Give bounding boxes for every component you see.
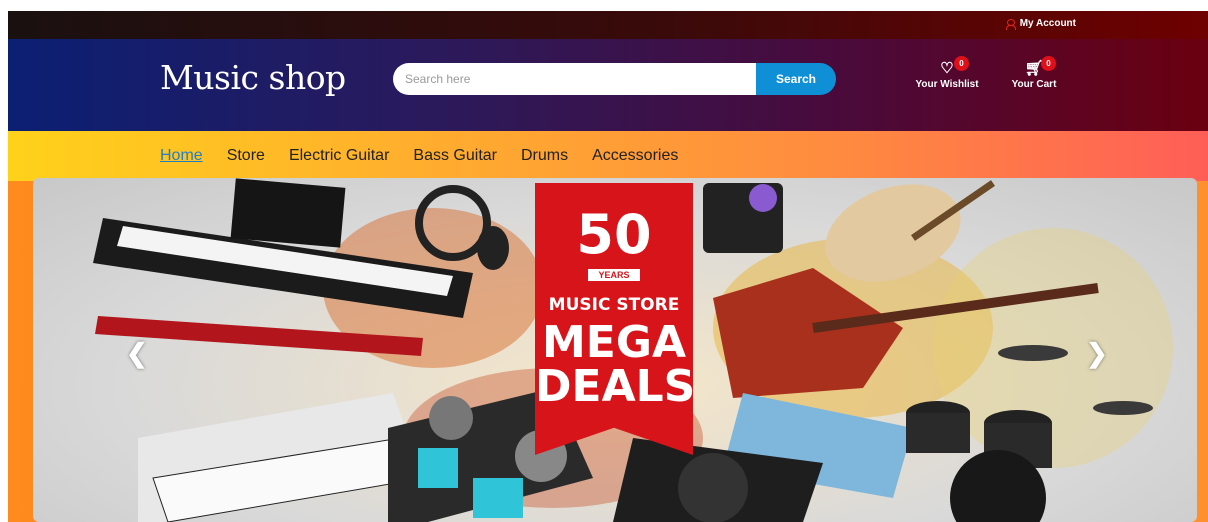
cart-button[interactable]: 🛒︎ 0 Your Cart (1010, 56, 1058, 90)
nav-item-drums[interactable]: Drums (521, 147, 568, 165)
my-account-label: My Account (1019, 18, 1076, 29)
ribbon-mega-label: MEGA (541, 317, 686, 368)
cart-label: Your Cart (1011, 79, 1057, 90)
mega-deals-ribbon[interactable]: 50 YEARS MUSIC STORE MEGA DEALS (535, 183, 693, 455)
user-icon (1005, 18, 1016, 30)
wishlist-count-badge: 0 (954, 56, 969, 71)
nav-item-electric-guitar[interactable]: Electric Guitar (289, 147, 389, 165)
top-bar: My Account (8, 11, 1208, 39)
wishlist-button[interactable]: ♡ 0 Your Wishlist (914, 56, 980, 90)
nav-item-home[interactable]: Home (160, 147, 203, 165)
anniversary-years-label: YEARS (588, 269, 640, 281)
site-logo[interactable]: Music shop (160, 58, 346, 97)
my-account-link[interactable]: My Account (1005, 18, 1076, 30)
heart-icon: ♡ (940, 60, 954, 77)
search-bar: Search (393, 63, 836, 95)
anniversary-number: 50 (576, 203, 652, 266)
wishlist-label: Your Wishlist (915, 79, 979, 90)
ribbon-store-label: MUSIC STORE (548, 295, 680, 315)
cart-count-badge: 0 (1041, 56, 1056, 71)
chevron-right-icon[interactable]: ❯ (1086, 338, 1108, 369)
search-input[interactable] (393, 63, 756, 95)
chevron-left-icon[interactable]: ❮ (126, 338, 148, 369)
ribbon-deals-label: DEALS (535, 361, 696, 412)
nav-item-store[interactable]: Store (227, 147, 265, 165)
main-navigation: Home Store Electric Guitar Bass Guitar D… (8, 131, 1208, 181)
search-button[interactable]: Search (756, 63, 836, 95)
nav-item-accessories[interactable]: Accessories (592, 147, 678, 165)
hero-carousel: 50 YEARS MUSIC STORE MEGA DEALS ❮ ❯ (33, 178, 1197, 522)
site-header: Music shop Search ♡ 0 Your Wishlist 🛒︎ 0… (8, 39, 1208, 131)
nav-item-bass-guitar[interactable]: Bass Guitar (413, 147, 497, 165)
